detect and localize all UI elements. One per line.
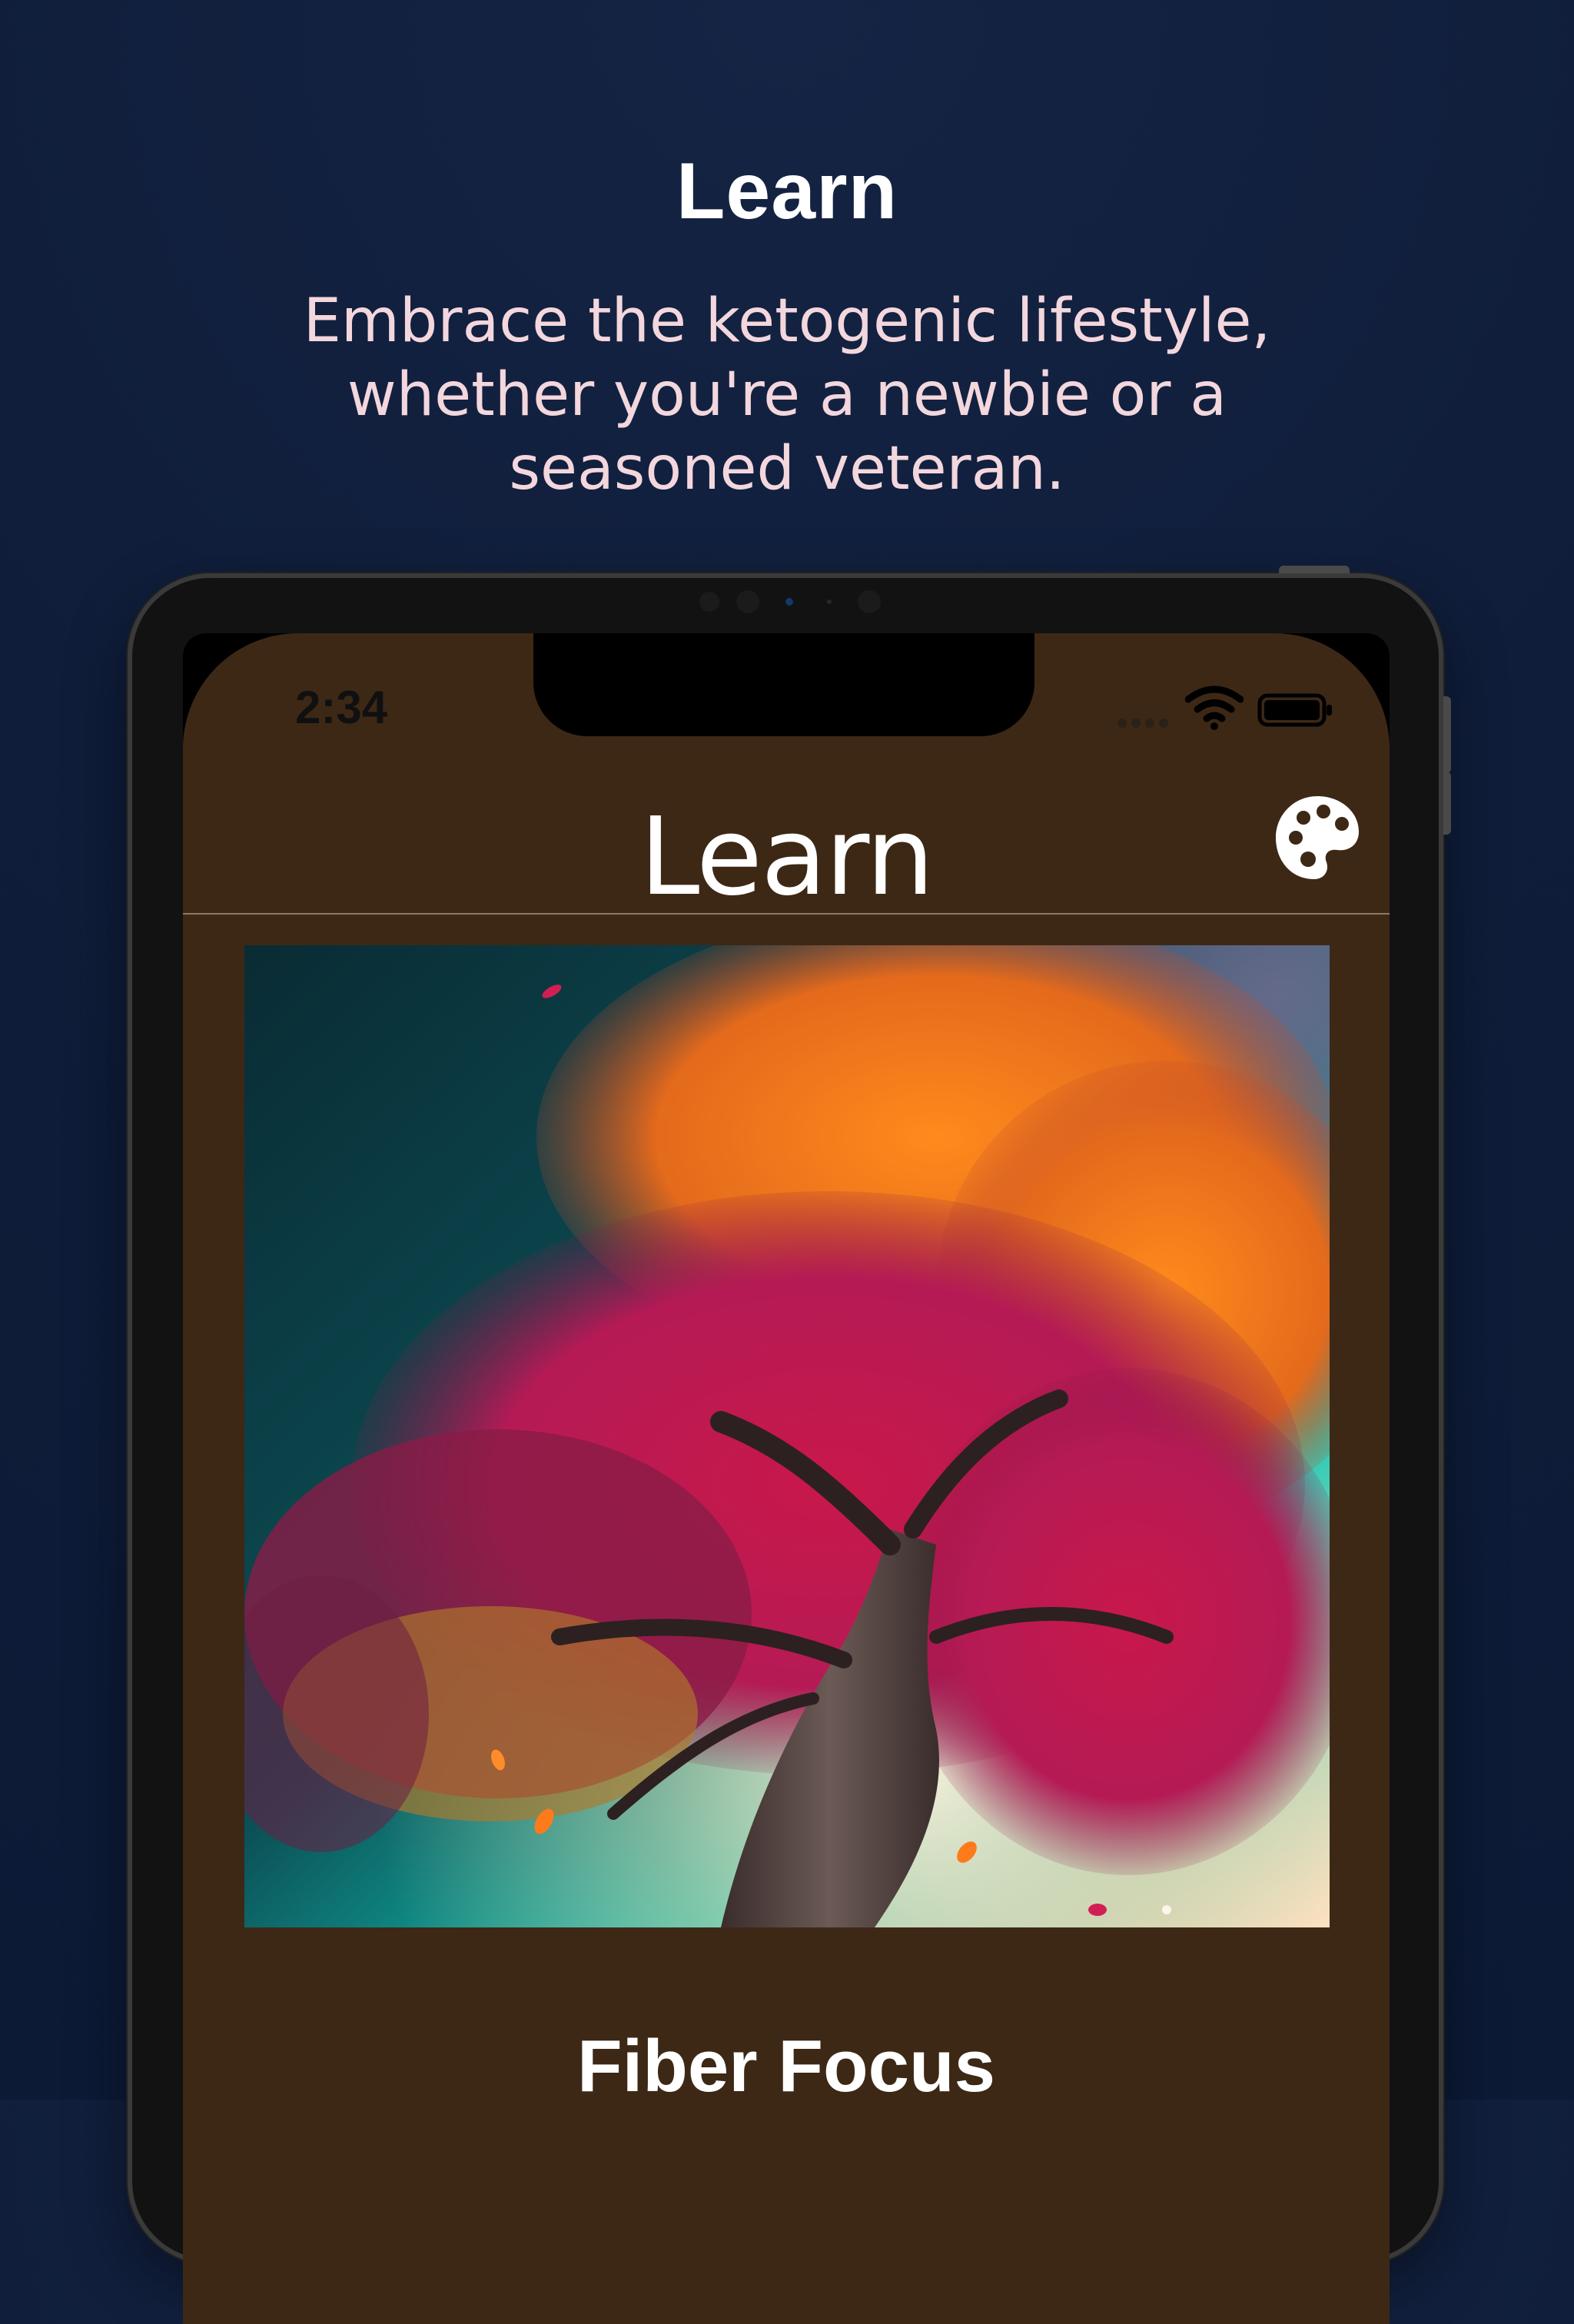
signal-strength-icon: [1117, 718, 1179, 730]
screen-notch: [533, 633, 1034, 736]
nav-title: Learn: [639, 795, 934, 920]
front-sensor: [699, 592, 719, 612]
nav-divider: [183, 913, 1390, 915]
article-title[interactable]: Fiber Focus: [183, 2024, 1390, 2109]
marketing-title: Learn: [676, 147, 898, 236]
learn-screen: 2:34 Learn Fiber Focus: [183, 633, 1390, 2324]
status-time: 2:34: [295, 682, 388, 733]
marketing-subtitle: Embrace the ketogenic lifestyle, whether…: [303, 287, 1271, 503]
front-sensor: [827, 599, 832, 604]
wifi-icon: [1185, 686, 1244, 730]
device-screen: 2:34 Learn Fiber Focus: [183, 633, 1390, 2324]
top-button: [1279, 566, 1350, 573]
front-camera: [785, 598, 793, 606]
palette-icon[interactable]: [1273, 793, 1362, 882]
front-sensor: [858, 590, 881, 613]
volume-up-button: [1443, 696, 1451, 773]
tablet-device-frame: 2:34 Learn Fiber Focus: [128, 566, 1451, 2324]
article-image[interactable]: [244, 945, 1330, 1927]
volume-down-button: [1443, 772, 1451, 835]
front-sensor: [736, 590, 759, 613]
battery-icon: [1257, 693, 1332, 727]
autumn-tree-image: [244, 945, 1330, 1927]
